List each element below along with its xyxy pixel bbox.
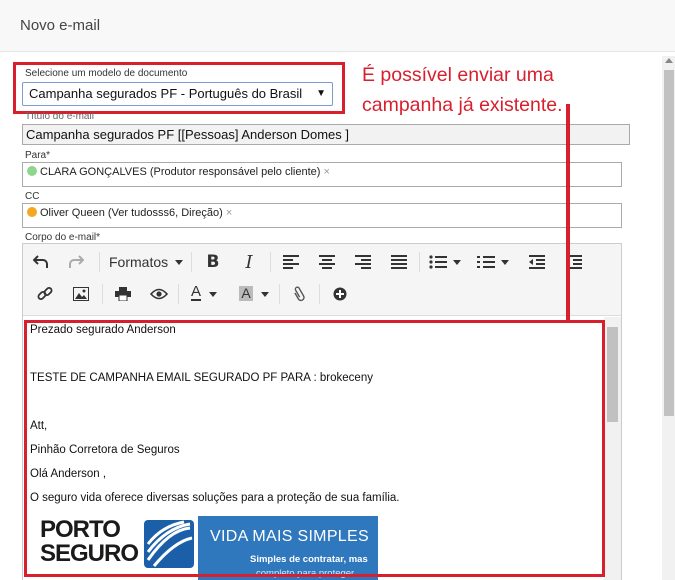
chevron-down-icon[interactable] bbox=[259, 283, 271, 305]
cc-field[interactable]: Oliver Queen (Ver tudosss6, Direção) × bbox=[22, 203, 622, 228]
outdent-icon[interactable] bbox=[526, 251, 548, 273]
body-label: Corpo do e-mail* bbox=[25, 232, 101, 243]
to-label: Para* bbox=[25, 150, 51, 161]
editor-toolbar: Formatos B I A A bbox=[23, 244, 621, 316]
toolbar-separator bbox=[99, 252, 100, 272]
annotation-connector-line bbox=[566, 104, 570, 322]
image-icon[interactable] bbox=[70, 283, 92, 305]
text-color-icon[interactable]: A bbox=[185, 282, 207, 304]
undo-icon[interactable] bbox=[30, 251, 52, 273]
plus-circle-icon[interactable] bbox=[329, 283, 351, 305]
recipient-tag-text: CLARA GONÇALVES (Produtor responsável pe… bbox=[40, 166, 321, 178]
subject-label: Título do e-mail bbox=[25, 111, 94, 122]
toolbar-separator bbox=[279, 284, 280, 304]
attachment-icon[interactable] bbox=[288, 283, 310, 305]
toolbar-separator bbox=[191, 252, 192, 272]
editor-scrollbar-thumb[interactable] bbox=[607, 327, 618, 422]
template-highlight-box bbox=[13, 62, 345, 114]
body-highlight-box bbox=[24, 320, 605, 577]
toolbar-separator bbox=[419, 252, 420, 272]
bullet-list-icon[interactable] bbox=[427, 251, 449, 273]
chevron-down-icon bbox=[175, 260, 184, 265]
chevron-down-icon[interactable] bbox=[499, 251, 511, 273]
cc-tag: Oliver Queen (Ver tudosss6, Direção) × bbox=[27, 207, 232, 223]
to-field[interactable]: CLARA GONÇALVES (Produtor responsável pe… bbox=[22, 162, 622, 187]
align-justify-icon[interactable] bbox=[388, 251, 410, 273]
toolbar-separator bbox=[319, 284, 320, 304]
numbered-list-icon[interactable] bbox=[475, 251, 497, 273]
dialog-title: Novo e-mail bbox=[20, 17, 101, 34]
formats-label: Formatos bbox=[109, 254, 169, 270]
link-icon[interactable] bbox=[34, 283, 56, 305]
chevron-down-icon[interactable] bbox=[207, 283, 219, 305]
preview-eye-icon[interactable] bbox=[148, 283, 170, 305]
align-left-icon[interactable] bbox=[280, 251, 302, 273]
background-color-icon[interactable]: A bbox=[235, 282, 257, 304]
redo-icon[interactable] bbox=[65, 251, 87, 273]
scroll-up-icon[interactable] bbox=[665, 58, 673, 63]
italic-icon[interactable]: I bbox=[238, 251, 260, 273]
cc-tag-text: Oliver Queen (Ver tudosss6, Direção) bbox=[40, 207, 223, 219]
subject-value: Campanha segurados PF [[Pessoas] Anderso… bbox=[26, 127, 350, 142]
toolbar-separator bbox=[178, 284, 179, 304]
toolbar-separator bbox=[270, 252, 271, 272]
dialog-scrollbar[interactable] bbox=[662, 56, 675, 580]
dialog-scrollbar-thumb[interactable] bbox=[664, 70, 674, 416]
annotation-text: É possível enviar uma campanha já existe… bbox=[362, 60, 563, 120]
recipient-tag: CLARA GONÇALVES (Produtor responsável pe… bbox=[27, 166, 330, 182]
subject-input[interactable]: Campanha segurados PF [[Pessoas] Anderso… bbox=[22, 124, 630, 145]
annotation-line-2: campanha já existente. bbox=[362, 94, 563, 116]
status-dot-icon bbox=[27, 207, 37, 217]
align-center-icon[interactable] bbox=[316, 251, 338, 273]
remove-recipient-icon[interactable]: × bbox=[323, 166, 329, 178]
status-dot-icon bbox=[27, 166, 37, 176]
annotation-line-1: É possível enviar uma bbox=[362, 64, 554, 86]
cc-label: CC bbox=[25, 191, 40, 202]
chevron-down-icon[interactable] bbox=[451, 251, 463, 273]
dialog-header: Novo e-mail bbox=[0, 0, 675, 52]
editor-scrollbar[interactable] bbox=[604, 317, 621, 580]
print-icon[interactable] bbox=[112, 283, 134, 305]
toolbar-separator bbox=[102, 284, 103, 304]
remove-cc-icon[interactable]: × bbox=[226, 207, 232, 219]
bold-icon[interactable]: B bbox=[202, 251, 224, 273]
formats-dropdown[interactable]: Formatos bbox=[109, 254, 184, 270]
align-right-icon[interactable] bbox=[352, 251, 374, 273]
